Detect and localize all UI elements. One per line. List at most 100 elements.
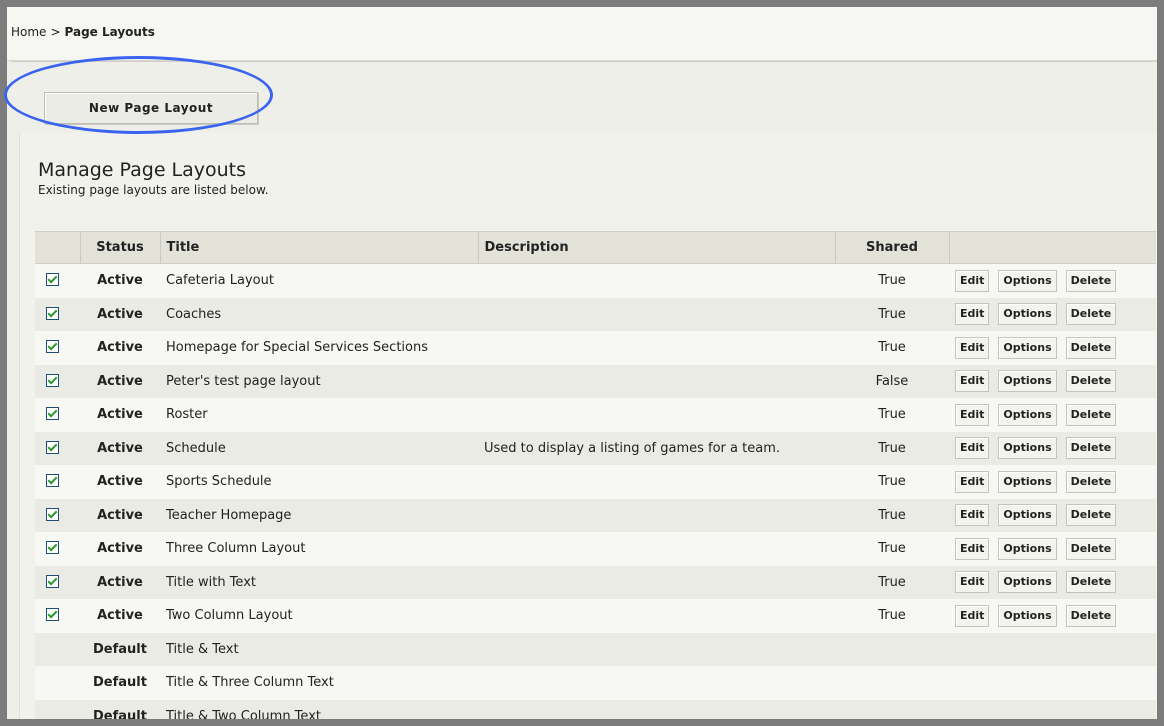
row-description [478,599,835,633]
delete-button[interactable]: Delete [1065,504,1117,527]
header-shared[interactable]: Shared [834,231,949,264]
edit-button[interactable]: Edit [955,437,990,460]
delete-button[interactable]: Delete [1065,336,1117,359]
row-shared: True [835,331,949,365]
row-actions: Edit Options Delete [949,599,1156,633]
table-row: Default Title & Text [35,632,1156,666]
row-checkbox[interactable] [46,407,59,421]
delete-button[interactable]: Delete [1065,537,1117,560]
options-button[interactable]: Options [998,537,1057,560]
row-description [478,263,835,298]
edit-button[interactable]: Edit [955,370,990,393]
table-row: Active Schedule Used to display a listing … [35,431,1156,465]
delete-button[interactable]: Delete [1065,303,1117,326]
row-title: Title & Three Column Text [160,666,478,700]
row-shared: True [835,599,949,633]
row-checkbox[interactable] [46,273,59,287]
row-checkbox-cell [35,431,80,465]
row-description [478,565,835,599]
edit-button[interactable]: Edit [955,604,990,627]
row-checkbox[interactable] [46,608,59,622]
row-description [478,331,835,365]
row-description [478,297,835,331]
options-button[interactable]: Options [998,269,1057,292]
row-title: Two Column Layout [160,599,478,633]
edit-button[interactable]: Edit [955,403,990,426]
row-checkbox[interactable] [46,474,59,488]
delete-button[interactable]: Delete [1065,437,1117,460]
row-checkbox-cell [35,263,80,298]
row-status: Active [80,398,160,432]
row-status: Default [80,666,160,700]
row-checkbox-cell [35,331,80,365]
row-checkbox-cell [35,666,80,700]
breadcrumb: Home > Page Layouts [11,25,155,39]
delete-button[interactable]: Delete [1065,470,1117,493]
table-row: Default Title & Two Column Text [35,699,1156,719]
edit-button[interactable]: Edit [955,303,990,326]
row-checkbox-cell [35,532,80,566]
options-button[interactable]: Options [998,571,1057,594]
delete-button[interactable]: Delete [1065,604,1117,627]
breadcrumb-bar: Home > Page Layouts [7,7,1157,61]
options-button[interactable]: Options [998,470,1057,493]
row-actions: Edit Options Delete [949,498,1156,532]
breadcrumb-current: Page Layouts [64,25,155,39]
table-header-row: Status Title Description Shared [35,231,1156,264]
main-content: Manage Page Layouts Existing page layout… [19,133,1157,719]
row-actions [949,699,1156,719]
row-status: Active [80,532,160,566]
delete-button[interactable]: Delete [1065,370,1117,393]
table-row: Active Cafeteria Layout True Edit Options Del… [35,263,1156,298]
edit-button[interactable]: Edit [955,269,990,292]
edit-button[interactable]: Edit [955,571,990,594]
row-status: Active [80,498,160,532]
page-subtitle: Existing page layouts are listed below. [38,183,269,197]
breadcrumb-separator: > [50,25,61,39]
header-status[interactable]: Status [79,231,160,264]
edit-button[interactable]: Edit [955,504,990,527]
row-checkbox[interactable] [46,373,59,387]
new-page-layout-button[interactable]: New Page Layout [44,92,258,124]
row-checkbox[interactable] [46,306,59,320]
delete-button[interactable]: Delete [1065,269,1117,292]
edit-button[interactable]: Edit [955,336,990,359]
row-description [478,666,835,700]
edit-button[interactable]: Edit [955,537,990,560]
table-row: Active Peter's test page layout False Edit O… [35,364,1156,398]
edit-button[interactable]: Edit [955,470,990,493]
row-shared [835,632,949,666]
row-checkbox-cell [35,498,80,532]
row-checkbox[interactable] [46,574,59,588]
delete-button[interactable]: Delete [1065,403,1117,426]
breadcrumb-home-link[interactable]: Home [11,25,46,39]
row-checkbox-cell [35,565,80,599]
table-row: Active Two Column Layout True Edit Options De… [35,599,1156,633]
row-checkbox-cell [35,465,80,499]
row-status: Active [80,565,160,599]
row-checkbox[interactable] [46,440,59,454]
delete-button[interactable]: Delete [1065,571,1117,594]
row-status: Active [80,465,160,499]
row-actions: Edit Options Delete [949,331,1156,365]
row-checkbox[interactable] [46,541,59,555]
row-description [478,398,835,432]
options-button[interactable]: Options [998,336,1057,359]
options-button[interactable]: Options [998,504,1057,527]
table-body: Active Cafeteria Layout True Edit Options Del… [35,263,1156,719]
options-button[interactable]: Options [998,437,1057,460]
options-button[interactable]: Options [998,370,1057,393]
options-button[interactable]: Options [998,303,1057,326]
row-title: Roster [160,398,478,432]
header-description[interactable]: Description [477,231,835,264]
table-row: Active Sports Schedule True Edit Options Dele… [35,465,1156,499]
row-shared: True [835,565,949,599]
layouts-table: Status Title Description Shared Active Ca… [35,231,1156,719]
row-checkbox[interactable] [46,507,59,521]
row-checkbox[interactable] [46,340,59,354]
header-title[interactable]: Title [159,231,478,264]
row-actions: Edit Options Delete [949,465,1156,499]
row-actions: Edit Options Delete [949,263,1156,298]
options-button[interactable]: Options [998,604,1057,627]
options-button[interactable]: Options [998,403,1057,426]
